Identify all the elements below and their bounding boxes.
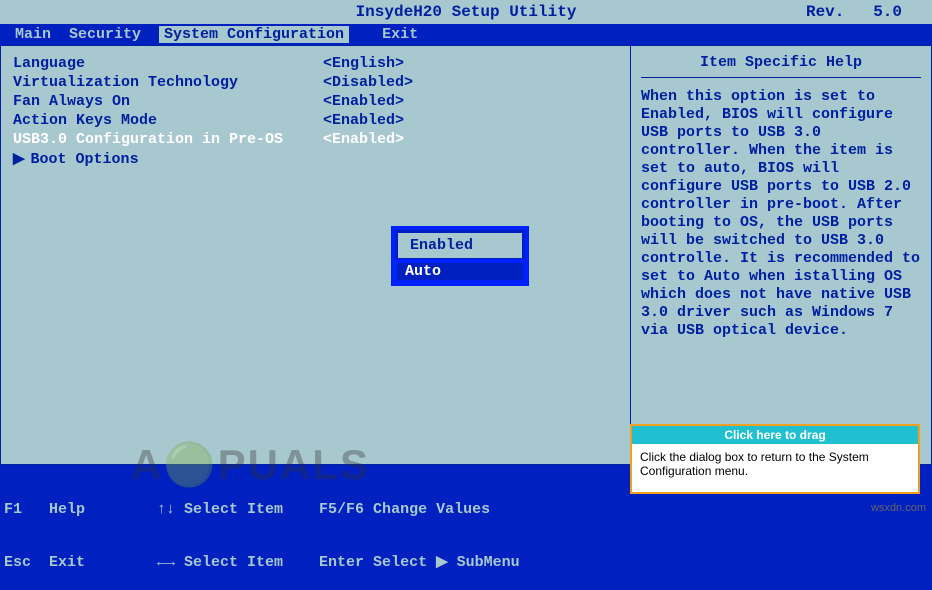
bios-header: InsydeH20 Setup Utility Rev. 5.0 [0, 0, 932, 24]
setting-label: USB3.0 Configuration in Pre-OS [13, 130, 323, 149]
overlay-body: Click the dialog box to return to the Sy… [632, 444, 918, 492]
menu-main[interactable]: Main [15, 26, 69, 43]
value-popup: Enabled Auto [391, 226, 529, 286]
setting-label: Action Keys Mode [13, 111, 323, 130]
setting-value: <Enabled> [323, 111, 404, 130]
setting-language[interactable]: Language <English> [13, 54, 630, 73]
instruction-overlay[interactable]: Click here to drag Click the dialog box … [630, 424, 920, 494]
setting-value: <English> [323, 54, 404, 73]
help-title: Item Specific Help [641, 54, 921, 78]
setting-action-keys[interactable]: Action Keys Mode <Enabled> [13, 111, 630, 130]
menubar: Main Security System Configuration Exit [0, 24, 932, 45]
footer-line1: F1 Help ↑↓ Select Item F5/F6 Change Valu… [4, 501, 932, 518]
menu-security[interactable]: Security [69, 26, 159, 43]
content-area: Language <English> Virtualization Techno… [0, 45, 932, 465]
help-panel: Item Specific Help When this option is s… [631, 46, 931, 464]
submenu-boot-options[interactable]: ▶ Boot Options [13, 149, 630, 168]
setting-value: <Disabled> [323, 73, 413, 92]
help-body: When this option is set to Enabled, BIOS… [641, 88, 921, 340]
popup-option-enabled[interactable]: Enabled [400, 235, 520, 256]
submenu-label: Boot Options [31, 151, 139, 168]
submenu-arrow-icon: ▶ [13, 151, 25, 168]
bios-title: InsydeH20 Setup Utility [356, 3, 577, 21]
setting-value: <Enabled> [323, 92, 404, 111]
bios-revision: Rev. 5.0 [806, 3, 902, 21]
watermark-url: wsxdn.com [871, 502, 926, 514]
setting-value: <Enabled> [323, 130, 404, 149]
menu-exit[interactable]: Exit [382, 26, 436, 43]
setting-label: Fan Always On [13, 92, 323, 111]
popup-option-auto[interactable]: Auto [395, 261, 525, 282]
setting-label: Language [13, 54, 323, 73]
setting-virtualization[interactable]: Virtualization Technology <Disabled> [13, 73, 630, 92]
overlay-header[interactable]: Click here to drag [632, 426, 918, 444]
setting-fan-always-on[interactable]: Fan Always On <Enabled> [13, 92, 630, 111]
setting-label: Virtualization Technology [13, 73, 323, 92]
footer-line2: Esc Exit ←→ Select Item Enter Select ▶ S… [4, 552, 932, 571]
setting-usb3-preos[interactable]: USB3.0 Configuration in Pre-OS <Enabled> [13, 130, 630, 149]
menu-system-configuration[interactable]: System Configuration [159, 26, 349, 43]
settings-panel: Language <English> Virtualization Techno… [1, 46, 631, 464]
